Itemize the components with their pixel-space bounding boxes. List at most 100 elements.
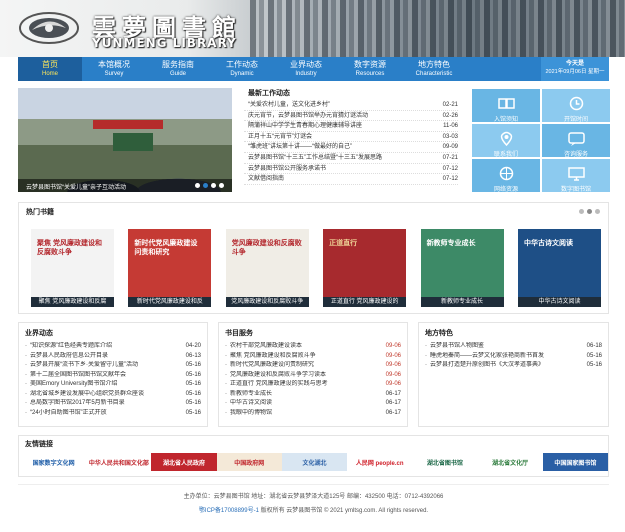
- photo-slider[interactable]: 云梦县图书馆“关爱儿童”亲子互动活动: [18, 88, 232, 192]
- news-item-title[interactable]: 文献借阅指南: [248, 174, 423, 184]
- nav-item-resources[interactable]: 数字资源 Resources: [338, 57, 402, 81]
- list-item-title[interactable]: 党风廉政建设和反腐败斗争学习读本: [225, 371, 326, 381]
- book-cover[interactable]: 聚焦 党风廉政建设和反腐败斗争: [31, 229, 114, 297]
- list-item-title[interactable]: 第十二届全国图书馆图书馆文献年会: [25, 371, 126, 381]
- pager-dot[interactable]: [595, 209, 600, 214]
- slider-dot[interactable]: [195, 183, 200, 188]
- book-caption[interactable]: 正道直行 党风廉政建设的: [323, 297, 407, 307]
- list-item[interactable]: 湖北省城乡建设发展中心组织党员群众座谈 05-16: [25, 390, 201, 400]
- news-item[interactable]: 文献借阅指南 07-12: [244, 174, 458, 185]
- list-item[interactable]: 聚焦 党风廉政建设和反腐败斗争 09-06: [225, 352, 401, 362]
- book-cover[interactable]: 正道直行: [323, 229, 407, 297]
- list-item-title[interactable]: 农村干部党风廉政建设读本: [225, 342, 302, 352]
- quick-link-1[interactable]: 入馆须知: [472, 89, 540, 123]
- book-cover[interactable]: 中华古诗文阅读: [517, 229, 601, 297]
- quick-link-3[interactable]: 联系我们: [472, 124, 540, 158]
- news-item[interactable]: 庆元宵节，云梦县图书馆举办元宵猜灯谜活动 02-26: [244, 111, 458, 122]
- slider-dot[interactable]: [203, 183, 208, 188]
- friend-link[interactable]: 湖北省人民政府: [151, 453, 217, 471]
- quick-link-5[interactable]: 网络资源: [472, 159, 540, 193]
- list-item-title[interactable]: 正道直行 党风廉政建设的实践与思考: [225, 380, 328, 390]
- news-item[interactable]: 云梦县图书馆“十三五”工作总结暨“十三五”发展思路 07-21: [244, 153, 458, 164]
- news-item[interactable]: “关爱农村儿童，送文化进乡村” 02-21: [244, 100, 458, 111]
- list-item[interactable]: 新时代党风廉政建设问责制研究 09-06: [225, 361, 401, 371]
- list-item-title[interactable]: 聚焦 党风廉政建设和反腐败斗争: [225, 352, 316, 362]
- list-item-title[interactable]: 云梦县书馆人物图鉴: [425, 342, 484, 352]
- book-card[interactable]: 正道直行 正道直行 党风廉政建设的: [323, 229, 407, 307]
- list-item-title[interactable]: 睡虎地秦简——云梦文化家张艳商新书首发: [425, 352, 544, 362]
- news-item[interactable]: 隔蒲祥山中学学生青春期心理健康辅导讲座 11-06: [244, 121, 458, 132]
- list-item[interactable]: 云梦县人民政府信息公开目录 06-13: [25, 352, 201, 362]
- list-item[interactable]: 总局数字图书馆2017年5月新书目录 05-16: [25, 399, 201, 409]
- logo-title-en[interactable]: YUNMENG LIBRARY: [92, 36, 237, 50]
- list-item-title[interactable]: 湖北省城乡建设发展中心组织党员群众座谈: [25, 390, 144, 400]
- book-caption[interactable]: 聚焦 党风廉政建设和反腐: [31, 297, 114, 307]
- friend-link[interactable]: 中国政府网: [216, 453, 282, 471]
- nav-item-home[interactable]: 首页 Home: [18, 57, 82, 81]
- friend-link[interactable]: 中华人民共和国文化部: [86, 453, 152, 471]
- list-item[interactable]: 第十二届全国图书馆图书馆文献年会 05-16: [25, 371, 201, 381]
- friend-link[interactable]: 湖北省图书馆: [412, 453, 478, 471]
- book-caption[interactable]: 新时代党风廉政建设和反: [128, 297, 212, 307]
- book-card[interactable]: 新时代党风廉政建设 问责和研究 新时代党风廉政建设和反: [128, 229, 212, 307]
- news-item-title[interactable]: 云梦县图书馆“十三五”工作总结暨“十三五”发展思路: [248, 153, 423, 163]
- list-item-title[interactable]: 云梦县开展“流书下乡·关爱留守儿童”活动: [25, 361, 138, 371]
- slider-dot[interactable]: [219, 183, 224, 188]
- book-cover[interactable]: 新教师专业成长: [420, 229, 504, 297]
- list-item[interactable]: 云梦县打造楚升原创图书《大汉孝道事典》 05-16: [425, 361, 602, 371]
- news-item-title[interactable]: “关爱农村儿童，送文化进乡村”: [248, 100, 423, 110]
- nav-item-survey[interactable]: 本馆概况 Survey: [82, 57, 146, 81]
- nav-item-guide[interactable]: 服务指南 Guide: [146, 57, 210, 81]
- list-item[interactable]: “知识探源”红色经典专题库介绍 04-20: [25, 342, 201, 352]
- friend-link[interactable]: 人民网 people.cn: [347, 453, 413, 471]
- news-item[interactable]: 正月十五“元宵节”灯谜会 03-03: [244, 132, 458, 143]
- list-item[interactable]: 睡虎地秦简——云梦文化家张艳商新书首发 05-16: [425, 352, 602, 362]
- list-item[interactable]: 云梦县书馆人物图鉴 06-18: [425, 342, 602, 352]
- friend-link[interactable]: 中国国家图书馆: [542, 453, 608, 471]
- book-cover[interactable]: 党风廉政建设和反腐败斗争: [225, 229, 309, 297]
- news-item-title[interactable]: “雏虎班”讲坛第十讲——“做最好的自己”: [248, 142, 423, 152]
- news-item-title[interactable]: 隔蒲祥山中学学生青春期心理健康辅导讲座: [248, 121, 423, 131]
- icp-link[interactable]: 鄂ICP备17008899号-1: [199, 508, 259, 514]
- list-item-title[interactable]: 美国Emory University图书馆介绍: [25, 380, 117, 390]
- news-item-title[interactable]: 庆元宵节，云梦县图书馆举办元宵猜灯谜活动: [248, 111, 423, 121]
- book-caption[interactable]: 中华古诗文阅读: [517, 297, 601, 307]
- library-logo-icon[interactable]: [18, 10, 80, 46]
- nav-item-industry[interactable]: 业界动态 Industry: [274, 57, 338, 81]
- book-card[interactable]: 新教师专业成长 新教师专业成长: [420, 229, 504, 307]
- book-card[interactable]: 聚焦 党风廉政建设和反腐败斗争 聚焦 党风廉政建设和反腐: [31, 229, 114, 307]
- list-item[interactable]: 正道直行 党风廉政建设的实践与思考 09-06: [225, 380, 401, 390]
- list-item-title[interactable]: 新时代党风廉政建设问责制研究: [225, 361, 314, 371]
- list-item-title[interactable]: 云梦县人民政府信息公开目录: [25, 352, 108, 362]
- book-caption[interactable]: 新教师专业成长: [420, 297, 504, 307]
- quick-link-6[interactable]: 数字图书馆: [542, 159, 610, 193]
- list-item-title[interactable]: 新教师专业成长: [225, 390, 272, 400]
- slider-dot[interactable]: [211, 183, 216, 188]
- book-cover[interactable]: 新时代党风廉政建设 问责和研究: [128, 229, 212, 297]
- list-item-title[interactable]: 中华古诗文阅读: [225, 399, 272, 409]
- pager-dot[interactable]: [587, 209, 592, 214]
- news-item[interactable]: 云梦县图书馆公开服务承诺书 07-12: [244, 164, 458, 175]
- nav-item-characteristic[interactable]: 地方特色 Characteristic: [402, 57, 466, 81]
- list-item[interactable]: 中华古诗文阅读 06-17: [225, 399, 401, 409]
- list-item[interactable]: 农村干部党风廉政建设读本 09-06: [225, 342, 401, 352]
- quick-link-4[interactable]: 咨询服务: [542, 124, 610, 158]
- list-item-title[interactable]: “知识探源”红色经典专题库介绍: [25, 342, 112, 352]
- pager-dot[interactable]: [579, 209, 584, 214]
- list-item[interactable]: 新教师专业成长 06-17: [225, 390, 401, 400]
- friend-link[interactable]: 湖北省文化厅: [477, 453, 543, 471]
- friend-link[interactable]: 文化湖北: [281, 453, 348, 471]
- list-item[interactable]: 我眼中的博物馆 06-17: [225, 409, 401, 419]
- list-item-title[interactable]: 云梦县打造楚升原创图书《大汉孝道事典》: [425, 361, 544, 371]
- book-caption[interactable]: 党风廉政建设和反腐败斗争: [225, 297, 309, 307]
- list-item-title[interactable]: 总局数字图书馆2017年5月新书目录: [25, 399, 125, 409]
- list-item[interactable]: 云梦县开展“流书下乡·关爱留守儿童”活动 05-16: [25, 361, 201, 371]
- news-item-title[interactable]: 云梦县图书馆公开服务承诺书: [248, 164, 423, 174]
- news-item-title[interactable]: 正月十五“元宵节”灯谜会: [248, 132, 423, 142]
- nav-item-dynamic[interactable]: 工作动态 Dynamic: [210, 57, 274, 81]
- book-card[interactable]: 党风廉政建设和反腐败斗争 党风廉政建设和反腐败斗争: [225, 229, 309, 307]
- list-item[interactable]: 党风廉政建设和反腐败斗争学习读本 09-06: [225, 371, 401, 381]
- list-item[interactable]: “24小时自助图书馆”正式开放 05-16: [25, 409, 201, 419]
- list-item-title[interactable]: 我眼中的博物馆: [225, 409, 272, 419]
- list-item-title[interactable]: “24小时自助图书馆”正式开放: [25, 409, 107, 419]
